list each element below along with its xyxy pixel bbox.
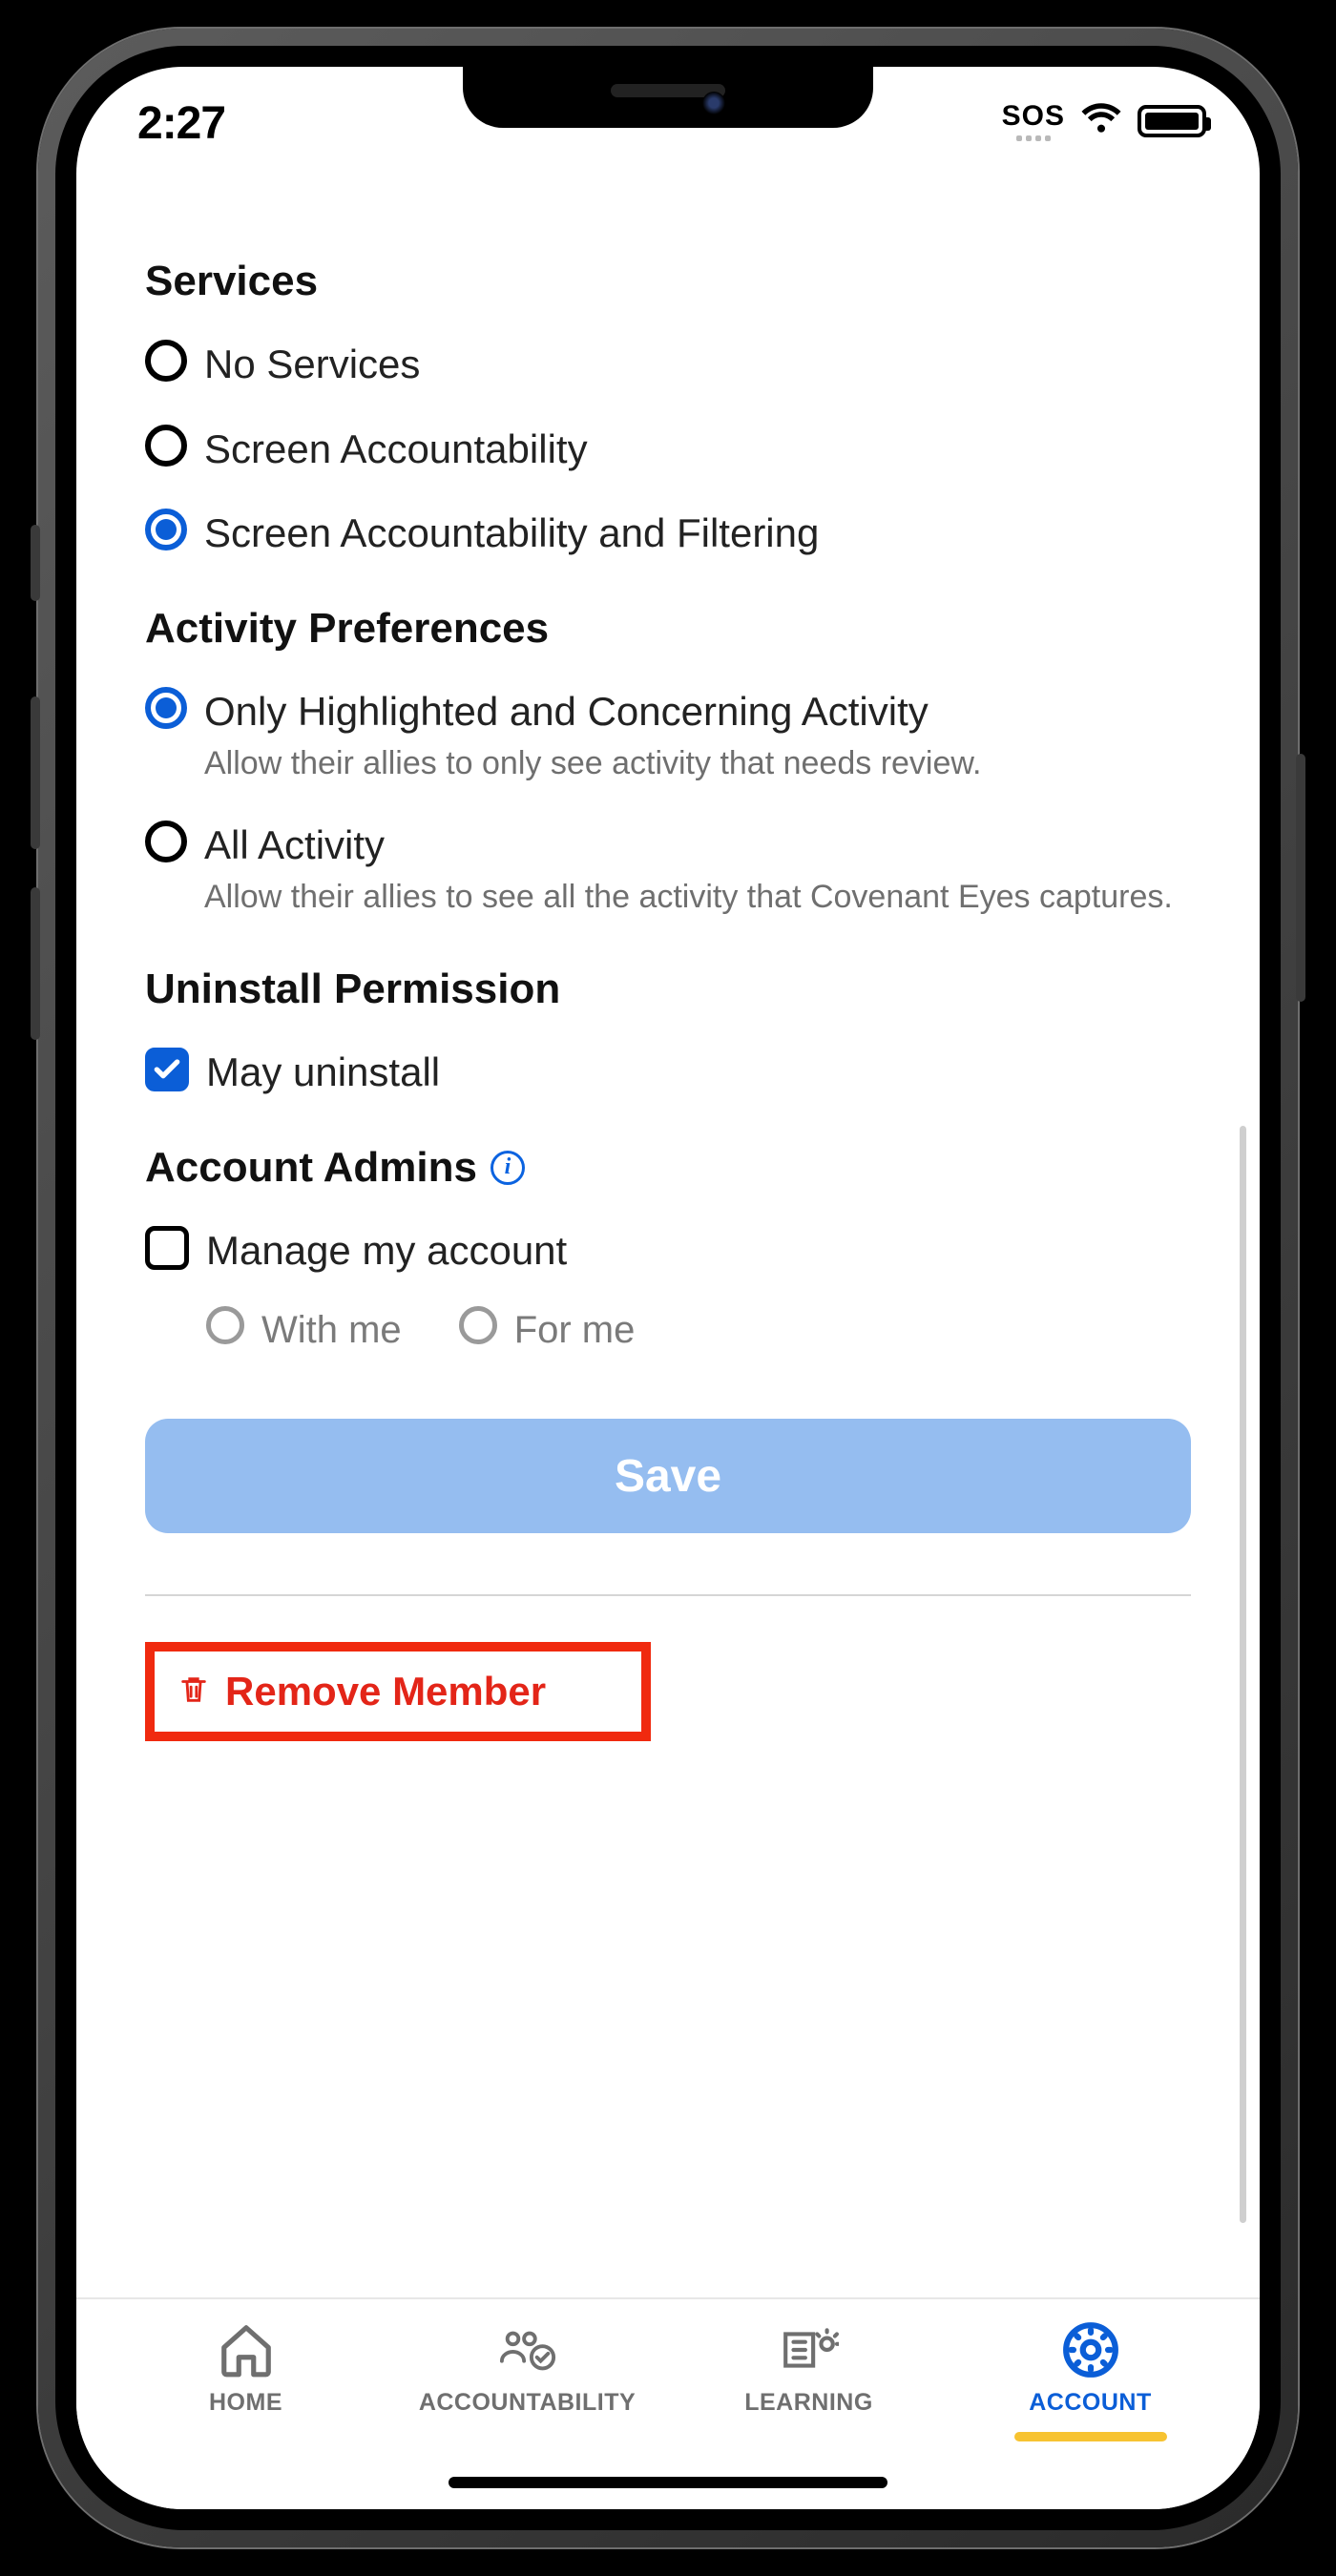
uninstall-option[interactable]: May uninstall — [145, 1030, 1191, 1115]
battery-icon — [1138, 105, 1206, 137]
option-label: Only Highlighted and Concerning Activity — [204, 687, 1191, 737]
option-label: May uninstall — [206, 1048, 1191, 1098]
scroll-indicator[interactable] — [1240, 1126, 1246, 2223]
home-indicator[interactable] — [449, 2477, 887, 2488]
remove-member-button[interactable]: Remove Member — [145, 1642, 651, 1741]
tab-label: LEARNING — [744, 2389, 873, 2417]
radio-icon[interactable] — [206, 1306, 244, 1344]
activity-heading: Activity Preferences — [145, 605, 1191, 653]
radio-icon[interactable] — [459, 1306, 497, 1344]
status-time: 2:27 — [137, 97, 225, 150]
manage-account-option[interactable]: Manage my account — [145, 1209, 1191, 1294]
service-option-none[interactable]: No Services — [145, 322, 1191, 407]
checkbox-icon[interactable] — [145, 1226, 189, 1270]
book-idea-icon — [780, 2320, 839, 2379]
option-label: Screen Accountability and Filtering — [204, 509, 1191, 559]
checkbox-icon[interactable] — [145, 1048, 189, 1091]
tab-account[interactable]: ACCOUNT — [950, 2320, 1231, 2441]
option-description: Allow their allies to only see activity … — [204, 742, 1191, 786]
activity-option-highlighted[interactable]: Only Highlighted and Concerning Activity… — [145, 670, 1191, 803]
tab-label: HOME — [209, 2389, 282, 2417]
tab-accountability[interactable]: ACCOUNTABILITY — [386, 2320, 668, 2417]
divider — [145, 1594, 1191, 1596]
option-label: Manage my account — [206, 1226, 1191, 1277]
people-check-icon — [498, 2320, 557, 2379]
radio-icon[interactable] — [145, 687, 187, 729]
tab-label: ACCOUNT — [1029, 2389, 1152, 2417]
admins-heading: Account Admins i — [145, 1144, 1191, 1192]
services-heading: Services — [145, 258, 1191, 305]
service-option-accountability[interactable]: Screen Accountability — [145, 407, 1191, 492]
wifi-icon — [1080, 97, 1122, 144]
admin-sub-for-me[interactable]: For me — [459, 1298, 636, 1361]
tab-label: ACCOUNTABILITY — [419, 2389, 636, 2417]
save-button[interactable]: Save — [145, 1419, 1191, 1533]
option-description: Allow their allies to see all the activi… — [204, 876, 1191, 920]
tab-home[interactable]: HOME — [105, 2320, 386, 2417]
uninstall-heading: Uninstall Permission — [145, 966, 1191, 1013]
radio-icon[interactable] — [145, 340, 187, 382]
option-label: Screen Accountability — [204, 425, 1191, 475]
home-icon — [217, 2320, 276, 2379]
radio-icon[interactable] — [145, 425, 187, 467]
gear-icon — [1061, 2320, 1120, 2379]
service-option-accountability-filtering[interactable]: Screen Accountability and Filtering — [145, 491, 1191, 576]
active-underline — [1014, 2432, 1167, 2441]
option-label: No Services — [204, 340, 1191, 390]
option-label: With me — [261, 1306, 402, 1354]
device-notch — [463, 67, 873, 128]
activity-option-all[interactable]: All Activity Allow their allies to see a… — [145, 803, 1191, 937]
radio-icon[interactable] — [145, 821, 187, 862]
remove-member-label: Remove Member — [225, 1669, 546, 1714]
option-label: All Activity — [204, 821, 1191, 871]
radio-icon[interactable] — [145, 509, 187, 551]
tab-learning[interactable]: LEARNING — [668, 2320, 950, 2417]
admin-sub-with-me[interactable]: With me — [206, 1298, 402, 1361]
option-label: For me — [514, 1306, 636, 1354]
info-icon[interactable]: i — [491, 1151, 525, 1185]
sos-indicator-icon: SOS — [1002, 100, 1065, 141]
trash-icon — [177, 1673, 210, 1711]
settings-content: Services No Services Screen Accountabili… — [76, 229, 1252, 2299]
